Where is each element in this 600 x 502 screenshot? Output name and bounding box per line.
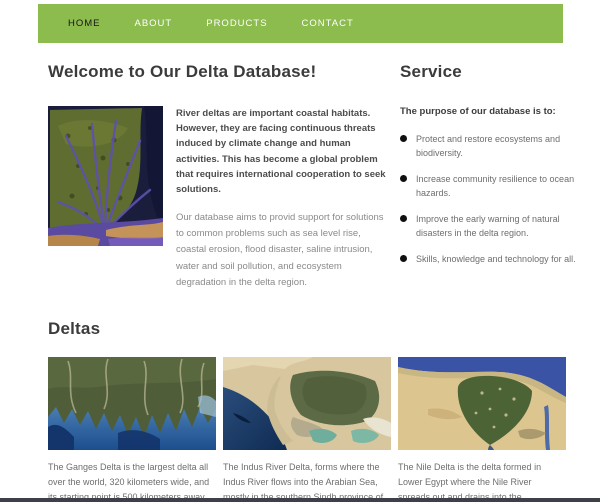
top-row: Welcome to Our Delta Database! [48,62,585,291]
service-intro: The purpose of our database is to: [400,106,585,117]
service-list: Protect and restore ecosystems and biodi… [400,133,585,267]
service-item-text: Increase community resilience to ocean h… [416,173,585,201]
welcome-title: Welcome to Our Delta Database! [48,62,388,82]
bullet-icon [400,255,407,262]
indus-delta-image [223,357,391,450]
nile-delta-image [398,357,566,450]
deltas-title: Deltas [48,319,585,339]
delta-cards-row: The Ganges Delta is the largest delta al… [48,357,585,502]
service-title: Service [400,62,585,82]
service-section: Service The purpose of our database is t… [400,62,585,291]
service-item-text: Skills, knowledge and technology for all… [416,253,576,267]
service-item-text: Protect and restore ecosystems and biodi… [416,133,585,161]
service-list-item: Protect and restore ecosystems and biodi… [400,133,585,161]
deltas-section: Deltas [48,319,585,502]
service-item-text: Improve the early warning of natural dis… [416,213,585,241]
nile-delta-description: The Nile Delta is the delta formed in Lo… [398,460,566,502]
indus-delta-description: The Indus River Delta, forms where the I… [223,460,391,502]
welcome-paragraph-normal: Our database aims to provid support for … [176,210,388,291]
welcome-text: River deltas are important coastal habit… [176,106,388,291]
delta-card-ganges: The Ganges Delta is the largest delta al… [48,357,216,502]
delta-card-nile: The Nile Delta is the delta formed in Lo… [398,357,566,502]
delta-card-indus: The Indus River Delta, forms where the I… [223,357,391,502]
welcome-section: Welcome to Our Delta Database! [48,62,388,291]
footer-strip [0,498,600,502]
bullet-icon [400,175,407,182]
ganges-delta-description: The Ganges Delta is the largest delta al… [48,460,216,502]
bullet-icon [400,135,407,142]
top-navbar: HOME ABOUT PRODUCTS CONTACT [38,4,563,43]
nav-item-about[interactable]: ABOUT [135,18,173,29]
nav-item-home[interactable]: HOME [68,18,101,29]
nav-item-contact[interactable]: CONTACT [302,18,354,29]
main-content: Welcome to Our Delta Database! [48,62,585,502]
service-list-item: Skills, knowledge and technology for all… [400,253,585,267]
bullet-icon [400,215,407,222]
lena-delta-satellite-image [48,106,163,246]
ganges-delta-image [48,357,216,450]
service-list-item: Improve the early warning of natural dis… [400,213,585,241]
welcome-paragraph-bold: River deltas are important coastal habit… [176,106,388,197]
service-list-item: Increase community resilience to ocean h… [400,173,585,201]
nav-item-products[interactable]: PRODUCTS [206,18,267,29]
